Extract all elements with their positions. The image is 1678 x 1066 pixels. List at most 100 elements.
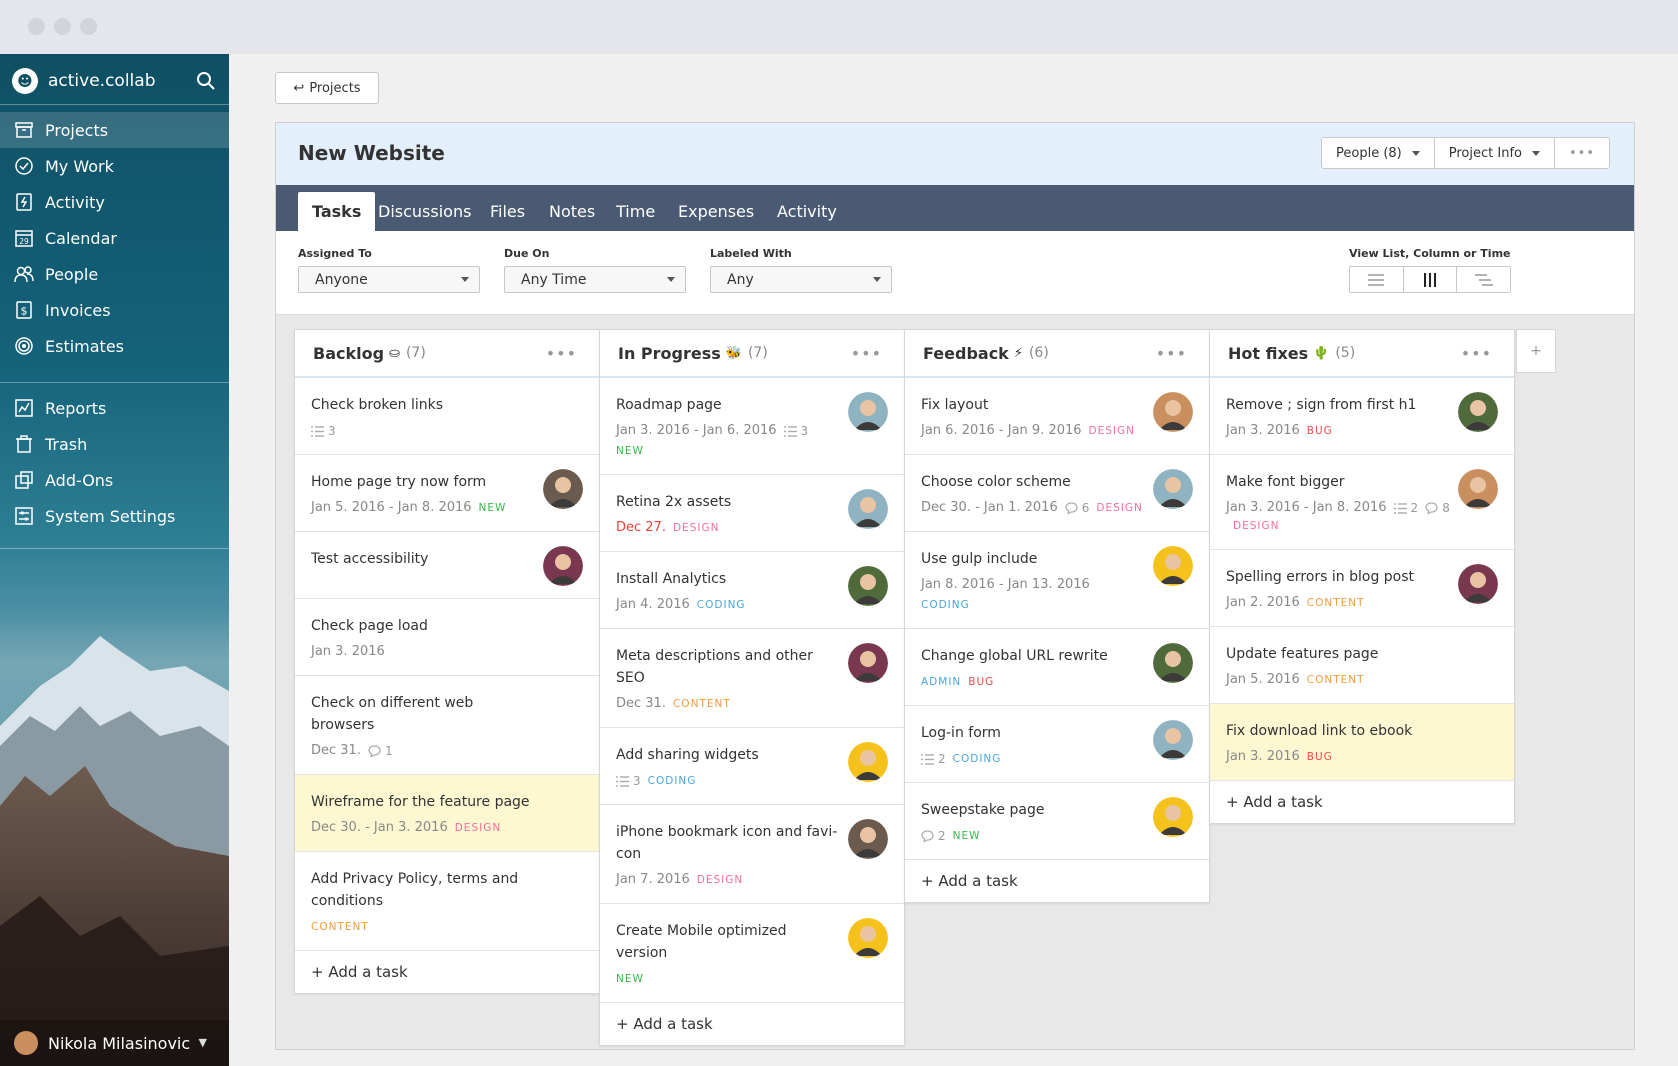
task-card[interactable]: Remove ; sign from first h1 Jan 3. 2016 BU… — [1210, 378, 1514, 455]
task-card[interactable]: Create Mobile optimized version NEW — [600, 904, 904, 1003]
task-label[interactable]: DESIGN — [455, 819, 501, 837]
timeline-view-button[interactable] — [1457, 267, 1510, 292]
sidebar-item-reports[interactable]: Reports — [0, 390, 229, 426]
close-window-button[interactable] — [28, 18, 45, 35]
task-title[interactable]: Test accessibility — [311, 548, 536, 570]
task-title[interactable]: Create Mobile optimized version — [616, 920, 841, 964]
column-view-button[interactable] — [1404, 267, 1458, 292]
assignee-avatar[interactable] — [848, 392, 888, 432]
task-title[interactable]: Sweepstake page — [921, 799, 1146, 821]
task-title[interactable]: Remove ; sign from first h1 — [1226, 394, 1451, 416]
add-task-button[interactable]: + Add a task — [600, 1003, 904, 1045]
task-card[interactable]: Retina 2x assets Dec 27. DESIGN — [600, 475, 904, 552]
task-card[interactable]: Choose color scheme Dec 30. - Jan 1. 2016… — [905, 455, 1209, 532]
assigned-to-select[interactable]: Anyone — [298, 266, 480, 293]
assignee-avatar[interactable] — [1458, 469, 1498, 509]
task-card[interactable]: Test accessibility — [295, 532, 599, 599]
task-card[interactable]: Check broken links 3 — [295, 378, 599, 455]
task-label[interactable]: DESIGN — [673, 519, 719, 537]
task-card[interactable]: iPhone bookmark icon and favi-con Jan 7. … — [600, 805, 904, 904]
task-card[interactable]: Check page load Jan 3. 2016 — [295, 599, 599, 676]
task-card[interactable]: Sweepstake page 2 NEW — [905, 783, 1209, 860]
sidebar-item-system-settings[interactable]: System Settings — [0, 498, 229, 534]
task-label[interactable]: DESIGN — [1096, 499, 1142, 517]
task-title[interactable]: Change global URL rewrite — [921, 645, 1146, 667]
task-title[interactable]: Home page try now form — [311, 471, 536, 493]
task-label[interactable]: DESIGN — [1089, 422, 1135, 440]
task-card[interactable]: Change global URL rewrite ADMIN BUG — [905, 629, 1209, 706]
assignee-avatar[interactable] — [1153, 392, 1193, 432]
task-card[interactable]: Fix layout Jan 6. 2016 - Jan 9. 2016 DESIG… — [905, 378, 1209, 455]
task-card[interactable]: Wireframe for the feature page Dec 30. - … — [295, 775, 599, 852]
task-title[interactable]: iPhone bookmark icon and favi-con — [616, 821, 841, 865]
add-column-button[interactable]: + — [1516, 329, 1556, 373]
column-options-button[interactable]: ••• — [546, 344, 577, 363]
task-card[interactable]: Install Analytics Jan 4. 2016 CODING — [600, 552, 904, 629]
task-title[interactable]: Retina 2x assets — [616, 491, 841, 513]
tab-discussions[interactable]: Discussions — [364, 192, 485, 231]
task-card[interactable]: Fix download link to ebook Jan 3. 2016 BUG — [1210, 704, 1514, 781]
task-title[interactable]: Add Privacy Policy, terms and conditions — [311, 868, 536, 912]
task-title[interactable]: Check on different web browsers — [311, 692, 536, 736]
task-title[interactable]: Install Analytics — [616, 568, 841, 590]
task-label[interactable]: NEW — [953, 827, 981, 845]
task-label[interactable]: NEW — [479, 499, 507, 517]
task-title[interactable]: Make font bigger — [1226, 471, 1451, 493]
task-title[interactable]: Use gulp include — [921, 548, 1146, 570]
assignee-avatar[interactable] — [1153, 720, 1193, 760]
task-label[interactable]: CONTENT — [1307, 594, 1365, 612]
task-title[interactable]: Log-in form — [921, 722, 1146, 744]
task-card[interactable]: Home page try now form Jan 5. 2016 - Jan … — [295, 455, 599, 532]
brand[interactable]: ☻ active.collab — [12, 66, 155, 96]
tab-expenses[interactable]: Expenses — [664, 192, 768, 231]
task-title[interactable]: Check broken links — [311, 394, 536, 416]
task-card[interactable]: Add Privacy Policy, terms and conditions… — [295, 852, 599, 951]
task-title[interactable]: Spelling errors in blog post — [1226, 566, 1451, 588]
task-label[interactable]: CONTENT — [1307, 671, 1365, 689]
assignee-avatar[interactable] — [848, 742, 888, 782]
assignee-avatar[interactable] — [1153, 546, 1193, 586]
task-title[interactable]: Fix layout — [921, 394, 1146, 416]
task-label[interactable]: NEW — [616, 442, 644, 460]
add-task-button[interactable]: + Add a task — [1210, 781, 1514, 823]
task-card[interactable]: Update features page Jan 5. 2016 CONTENT — [1210, 627, 1514, 704]
sidebar-item-activity[interactable]: Activity — [0, 184, 229, 220]
tab-activity[interactable]: Activity — [763, 192, 851, 231]
add-task-button[interactable]: + Add a task — [295, 951, 599, 993]
task-label[interactable]: BUG — [968, 673, 994, 691]
maximize-window-button[interactable] — [80, 18, 97, 35]
assignee-avatar[interactable] — [848, 819, 888, 859]
search-icon[interactable] — [195, 70, 217, 92]
sidebar-item-my-work[interactable]: My Work — [0, 148, 229, 184]
sidebar-item-projects[interactable]: Projects — [0, 112, 229, 148]
column-options-button[interactable]: ••• — [851, 344, 882, 363]
task-label[interactable]: CODING — [953, 750, 1002, 768]
task-card[interactable]: Check on different web browsers Dec 31. 1 — [295, 676, 599, 775]
column-options-button[interactable]: ••• — [1156, 344, 1187, 363]
sidebar-item-trash[interactable]: Trash — [0, 426, 229, 462]
back-to-projects-button[interactable]: ↩ Projects — [275, 72, 379, 104]
task-card[interactable]: Spelling errors in blog post Jan 2. 2016 C… — [1210, 550, 1514, 627]
assignee-avatar[interactable] — [848, 489, 888, 529]
assignee-avatar[interactable] — [848, 643, 888, 683]
task-card[interactable]: Make font bigger Jan 3. 2016 - Jan 8. 201… — [1210, 455, 1514, 550]
task-label[interactable]: CONTENT — [311, 918, 369, 936]
task-title[interactable]: Update features page — [1226, 643, 1451, 665]
task-card[interactable]: Roadmap page Jan 3. 2016 - Jan 6. 2016 3 NE… — [600, 378, 904, 475]
assignee-avatar[interactable] — [1458, 564, 1498, 604]
project-info-button[interactable]: Project Info — [1435, 138, 1555, 168]
tab-notes[interactable]: Notes — [535, 192, 609, 231]
task-label[interactable]: DESIGN — [1233, 517, 1279, 535]
assignee-avatar[interactable] — [1153, 469, 1193, 509]
task-title[interactable]: Choose color scheme — [921, 471, 1146, 493]
task-title[interactable]: Fix download link to ebook — [1226, 720, 1451, 742]
task-label[interactable]: CODING — [697, 596, 746, 614]
add-task-button[interactable]: + Add a task — [905, 860, 1209, 902]
column-options-button[interactable]: ••• — [1461, 344, 1492, 363]
task-label[interactable]: DESIGN — [697, 871, 743, 889]
user-menu[interactable]: Nikola Milasinovic ▼ — [0, 1020, 229, 1066]
task-title[interactable]: Meta descriptions and other SEO — [616, 645, 841, 689]
task-card[interactable]: Log-in form 2 CODING — [905, 706, 1209, 783]
task-label[interactable]: CONTENT — [673, 695, 731, 713]
task-label[interactable]: CODING — [921, 596, 970, 614]
